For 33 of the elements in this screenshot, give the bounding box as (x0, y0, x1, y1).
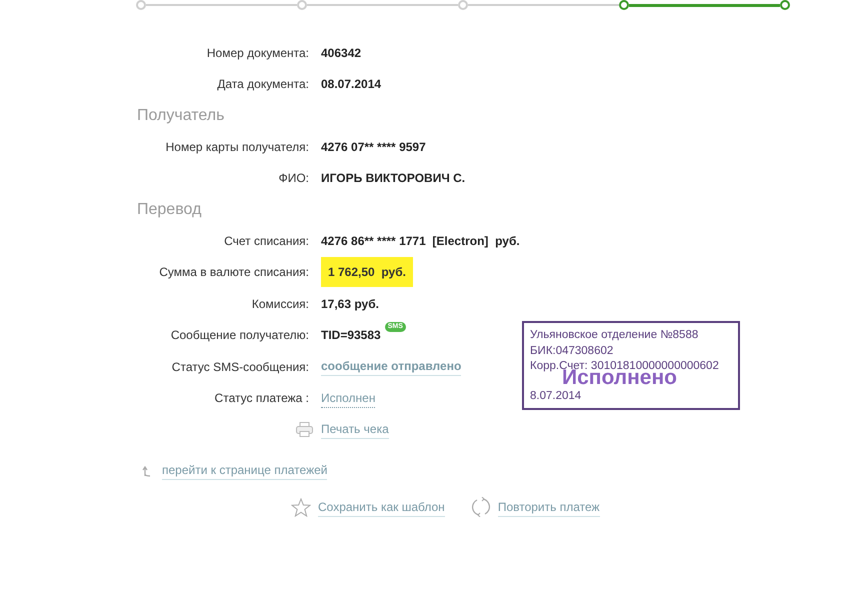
payment-status-link[interactable]: Исполнен (321, 388, 376, 408)
field-label: Счет списания: (224, 232, 309, 250)
section-title: Перевод (137, 200, 202, 220)
field-label: Сообщение получателю: (170, 327, 309, 344)
field-label: Комиссия: (252, 296, 309, 313)
amount-value: 1 762,50 руб. (321, 257, 413, 288)
field-label: Дата документа: (217, 76, 309, 94)
star-icon (291, 498, 311, 516)
section-title: Получатель (137, 106, 226, 126)
field-value: TID=93583 (321, 327, 381, 344)
field-label: Номер карты получателя: (166, 138, 309, 156)
save-template-link[interactable]: Сохранить как шаблон (318, 498, 445, 516)
refresh-icon (470, 497, 491, 517)
field-value: ИГОРЬ ВИКТОРОВИЧ С. (321, 170, 466, 188)
field-value: 17,63 руб. (321, 296, 379, 313)
field-value: 4276 07** **** 9597 (321, 138, 426, 156)
stamp-text: Корр.Счет: 30101810000000000602 (530, 359, 720, 372)
stamp-date: 8.07.2014 (530, 389, 582, 404)
back-to-payments-link[interactable]: перейти к странице платежей (162, 461, 328, 480)
field-label: ФИО: (278, 170, 309, 188)
stamp-text: БИК:047308602 (530, 344, 614, 358)
printer-icon (296, 422, 313, 437)
sms-status-link[interactable]: сообщение отправлено (321, 357, 462, 376)
field-label: Статус SMS-сообщения: (172, 358, 309, 376)
stamp-text: Ульяновское отделение №8588 (530, 328, 700, 343)
repeat-payment-link[interactable]: Повторить платеж (498, 498, 600, 516)
print-receipt-link[interactable]: Печать чека (321, 420, 389, 439)
field-value: 08.07.2014 (321, 76, 382, 94)
field-label: Статус платежа : (214, 390, 309, 408)
field-label: Сумма в валюте списания: (159, 264, 309, 282)
field-value: 4276 86** **** 1771 [Electron] руб. (321, 232, 520, 250)
field-value: 406342 (321, 44, 362, 62)
field-label: Номер документа: (206, 44, 309, 62)
